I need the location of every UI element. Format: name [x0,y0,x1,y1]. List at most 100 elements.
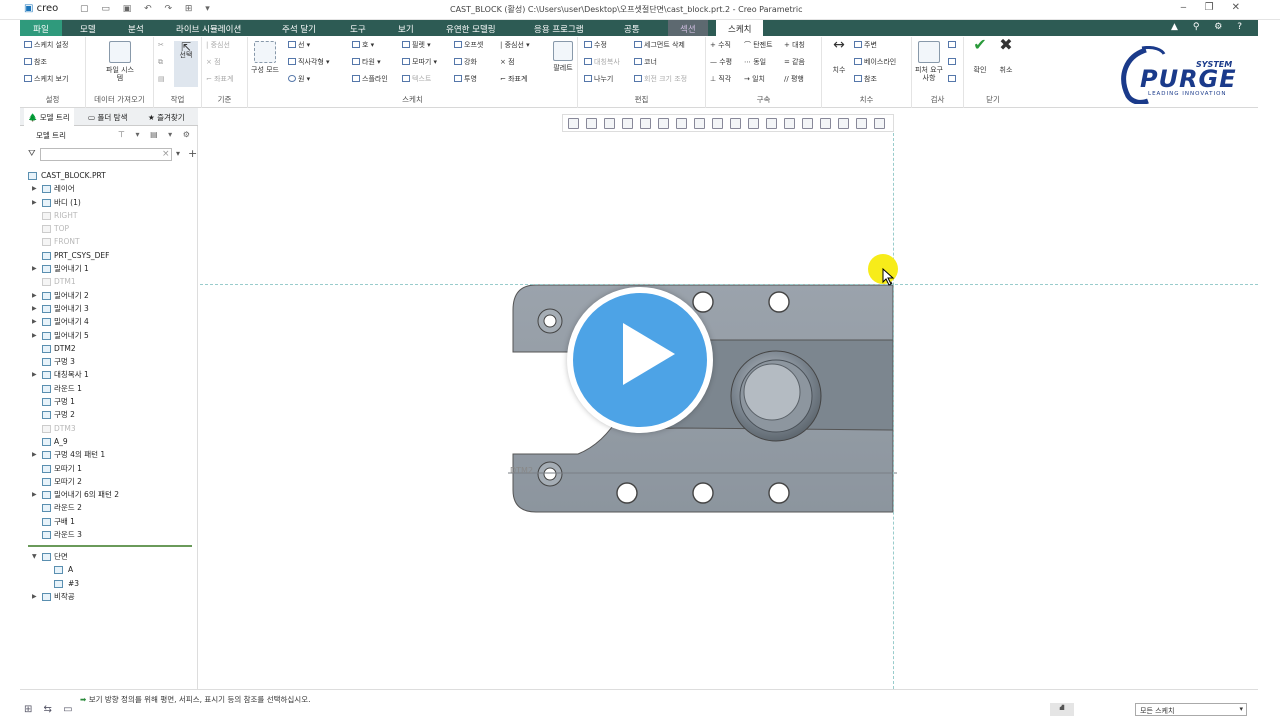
view-tool-icon[interactable] [748,118,759,129]
cut-icon[interactable]: ✂ [158,41,164,50]
references-button[interactable]: 참조 [24,58,47,67]
perpendicular-constraint-button[interactable]: ⊥ 직각 [710,75,731,84]
text-button[interactable]: 텍스트 [402,75,431,84]
inspect-icon-3[interactable] [948,75,958,84]
tree-item[interactable]: ▶ 바디 (1) [20,196,198,209]
tab-bar-icons[interactable]: ▲ ⚲ ⚙ ? [1171,22,1248,32]
tree-item[interactable]: ▶ 밀어내기 6의 패턴 2 [20,488,198,501]
equal-constraint-button[interactable]: = 같음 [784,58,805,67]
file-system-button[interactable]: 파일 시스템 [104,41,136,82]
expand-arrow-icon[interactable]: ▶ [32,368,37,381]
tab-model[interactable]: 모델 [80,23,96,35]
tree-item[interactable]: 라운드 2 [20,501,198,514]
chevron-down-icon[interactable]: ▾ [1239,705,1243,713]
tree-item[interactable]: RIGHT [20,209,198,222]
minimize-icon[interactable]: ‒ [1180,2,1204,13]
sketch-view-button[interactable]: 스케치 보기 [24,75,68,84]
tree-item-other[interactable]: ▶ 비작공 [20,590,198,603]
tab-common[interactable]: 공통 [624,23,640,35]
tree-item[interactable]: ▶ 밀어내기 5 [20,329,198,342]
expand-arrow-icon[interactable]: ▼ [32,550,37,563]
graphics-canvas[interactable]: DTM2 [200,133,1258,689]
clear-icon[interactable]: × [162,149,170,159]
tree-item[interactable]: ▶ 밀어내기 3 [20,302,198,315]
view-tool-icon[interactable] [568,118,579,129]
chamfer-button[interactable]: 모따기 ▾ [402,58,437,67]
construction-mode-button[interactable]: 구성 모드 [250,41,280,74]
chevron-down-icon[interactable]: ▾ [176,149,180,158]
tab-model-tree[interactable]: 🌲 모델 트리 [24,108,74,126]
coord-button[interactable]: ⌐ 좌표계 [500,75,527,84]
spline-button[interactable]: 스플라인 [352,75,388,84]
tree-item[interactable]: 구멍 3 [20,355,198,368]
sketch-setup-button[interactable]: 스케치 설정 [24,41,68,50]
project-button[interactable]: 투영 [454,75,477,84]
cancel-button[interactable]: ✖ 취소 [994,37,1018,75]
tab-favorites[interactable]: ★ 즐겨찾기 [148,112,185,123]
view-tool-icon[interactable] [802,118,813,129]
tab-applications[interactable]: 응용 프로그램 [534,23,584,35]
selection-filter-dropdown[interactable]: 모든 스케치 ▾ [1135,703,1247,716]
midpoint-constraint-button[interactable]: + 대칭 [784,41,805,50]
fillet-button[interactable]: 필렛 ▾ [402,41,431,50]
restore-icon[interactable]: ❐ [1205,2,1232,13]
reference-dimension-button[interactable]: 참조 [854,75,877,84]
tab-sketch[interactable]: 스케치 [716,20,764,37]
view-tool-icon[interactable] [856,118,867,129]
expand-arrow-icon[interactable]: ▶ [32,182,37,195]
tree-item[interactable]: PRT_CSYS_DEF [20,249,198,262]
tree-item[interactable]: DTM1 [20,275,198,288]
window-controls[interactable]: ‒❐✕ [1180,2,1258,13]
symmetric-constraint-button[interactable]: → 일치 [744,75,765,84]
line-button[interactable]: 선 ▾ [288,41,310,50]
tree-item[interactable]: 모따기 1 [20,462,198,475]
tree-item[interactable]: 구멍 1 [20,395,198,408]
view-tool-icon[interactable] [586,118,597,129]
tab-flexible-modeling[interactable]: 유연한 모델링 [446,23,496,35]
view-tool-icon[interactable] [730,118,741,129]
view-tool-icon[interactable] [640,118,651,129]
tab-folder-browser[interactable]: ▭ 폴더 탐색 [88,112,127,123]
tree-item[interactable]: ▶ 밀어내기 1 [20,262,198,275]
coincident-constraint-button[interactable]: ⋯ 동일 [744,58,766,67]
datum-coord-button[interactable]: ⌐ 좌표계 [206,75,233,84]
filter-icon[interactable]: ⛛ [28,149,36,159]
tree-item[interactable]: TOP [20,222,198,235]
select-button[interactable]: ⇱ 선택 [174,41,198,87]
view-tool-icon[interactable] [712,118,723,129]
expand-arrow-icon[interactable]: ▶ [32,329,37,342]
circle-button[interactable]: 원 ▾ [288,75,310,84]
inspect-icon-1[interactable] [948,41,958,50]
view-tool-icon[interactable] [676,118,687,129]
copy-icon[interactable]: ⧉ [158,58,163,67]
tree-item-section-3[interactable]: #3 [20,577,198,590]
centerline-button[interactable]: | 중심선 ▾ [500,41,530,50]
expand-arrow-icon[interactable]: ▶ [32,315,37,328]
modify-button[interactable]: 수정 [584,41,607,50]
quick-access-toolbar[interactable]: ▢ ▭ ▣ ↶ ↷ ⊞ ▾ [80,4,215,14]
tab-file[interactable]: 파일 [20,20,62,36]
view-tool-icon[interactable] [838,118,849,129]
tree-item[interactable]: FRONT [20,235,198,248]
tangent-constraint-button[interactable]: ⌒ 탄젠트 [744,41,773,50]
rectangle-button[interactable]: 직사각형 ▾ [288,58,330,67]
expand-arrow-icon[interactable]: ▶ [32,196,37,209]
expand-arrow-icon[interactable]: ▶ [32,448,37,461]
tree-item[interactable]: 모따기 2 [20,475,198,488]
corner-button[interactable]: 코너 [634,58,657,67]
status-icons[interactable]: ⊞ ⇆ ▭ [24,704,77,715]
expand-arrow-icon[interactable]: ▶ [32,590,37,603]
inspect-icon-2[interactable] [948,58,958,67]
tree-item[interactable]: ▶ 대칭복사 1 [20,368,198,381]
tree-item[interactable]: 구배 1 [20,515,198,528]
tab-section-context[interactable]: 섹션 [668,20,708,36]
baseline-button[interactable]: 베이스라인 [854,58,896,67]
expand-arrow-icon[interactable]: ▶ [32,262,37,275]
expand-arrow-icon[interactable]: ▶ [32,302,37,315]
view-tool-icon[interactable] [622,118,633,129]
tree-item[interactable]: DTM3 [20,422,198,435]
tree-item[interactable]: ▶ 레이어 [20,182,198,195]
tab-analysis[interactable]: 분석 [128,23,144,35]
view-tool-icon[interactable] [874,118,885,129]
arc-button[interactable]: 호 ▾ [352,41,374,50]
